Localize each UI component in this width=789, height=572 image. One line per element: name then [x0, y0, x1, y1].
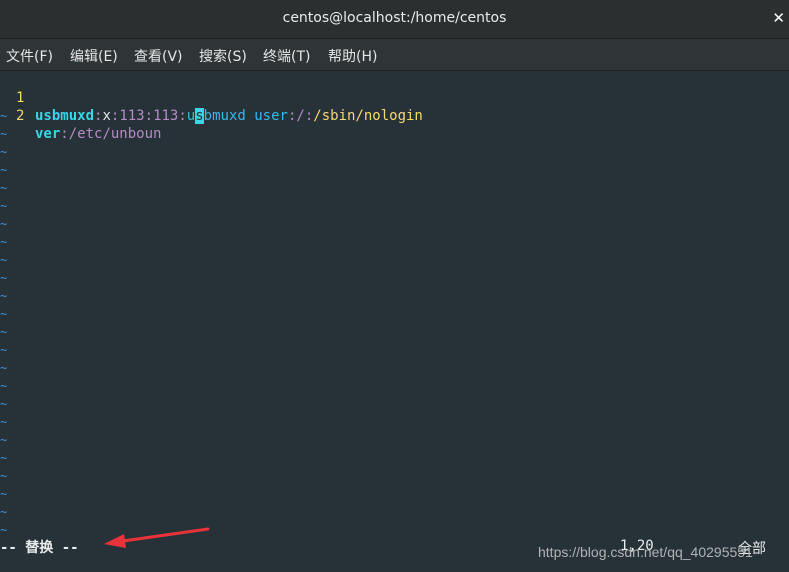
- window-titlebar: centos@localhost:/home/centos ✕: [0, 0, 789, 39]
- tilde-marker: ~: [0, 433, 8, 447]
- red-arrow-annotation: [104, 527, 210, 548]
- tilde-marker: ~: [0, 235, 8, 249]
- watermark: https://blog.csdn.net/qq_40295551: [538, 544, 753, 560]
- arrow-head: [104, 534, 126, 548]
- tilde-marker: ~: [0, 451, 8, 465]
- line-content: ver:/etc/unboun: [35, 125, 161, 143]
- line-number: 2: [16, 108, 25, 124]
- field-username: usbmuxd: [35, 108, 95, 124]
- line-content: usbmuxd:x:113:113:usbmuxd user:/:/sbin/n…: [35, 107, 423, 125]
- tilde-marker: ~: [0, 505, 8, 519]
- menu-view[interactable]: 查看(V): [134, 46, 183, 66]
- tilde-marker: ~: [0, 253, 8, 267]
- tilde-marker: ~: [0, 397, 8, 411]
- field-username: ver: [35, 126, 61, 142]
- tilde-marker: ~: [0, 325, 8, 339]
- field-gid: 113: [153, 108, 179, 124]
- tilde-marker: ~: [0, 469, 8, 483]
- field-description-start: u: [186, 108, 196, 124]
- close-icon[interactable]: ✕: [772, 9, 785, 27]
- menu-terminal[interactable]: 终端(T): [263, 46, 310, 66]
- tilde-marker: ~: [0, 271, 8, 285]
- tilde-marker: ~: [0, 199, 8, 213]
- tilde-marker: ~: [0, 307, 8, 321]
- menu-bar: 文件(F) 编辑(E) 查看(V) 搜索(S) 终端(T) 帮助(H): [0, 39, 789, 71]
- menu-file[interactable]: 文件(F): [6, 46, 53, 66]
- tilde-marker: ~: [0, 217, 8, 231]
- field-description-rest: bmuxd user: [203, 108, 288, 124]
- tilde-marker: ~: [0, 361, 8, 375]
- tilde-marker: ~: [0, 487, 8, 501]
- tilde-marker: ~: [0, 127, 8, 141]
- tilde-marker: ~: [0, 343, 8, 357]
- tilde-marker: ~: [0, 163, 8, 177]
- editor-line-2: 2 ver:/etc/unboun: [0, 89, 161, 142]
- mode-indicator: -- 替换 --: [0, 540, 79, 556]
- editor-line-1: 1 usbmuxd:x:113:113:usbmuxd user:/:/sbin…: [0, 71, 423, 124]
- vim-editor[interactable]: 1 usbmuxd:x:113:113:usbmuxd user:/:/sbin…: [0, 71, 789, 572]
- field-partial: /etc/unboun: [68, 126, 162, 142]
- field-separator: :: [60, 126, 69, 142]
- field-shell: /sbin/nologin: [313, 108, 423, 124]
- window-title: centos@localhost:/home/centos: [282, 10, 507, 26]
- field-home: /: [296, 108, 305, 124]
- text-cursor: s: [195, 108, 204, 124]
- field-password: x: [102, 108, 111, 124]
- menu-edit[interactable]: 编辑(E): [70, 46, 118, 66]
- menu-search[interactable]: 搜索(S): [199, 46, 247, 66]
- field-separator: :: [144, 108, 154, 124]
- tilde-marker: ~: [0, 415, 8, 429]
- menu-help[interactable]: 帮助(H): [328, 46, 377, 66]
- field-uid: 113: [119, 108, 145, 124]
- field-separator: :: [178, 108, 187, 124]
- tilde-marker: ~: [0, 379, 8, 393]
- tilde-marker: ~: [0, 181, 8, 195]
- tilde-marker: ~: [0, 109, 8, 123]
- tilde-marker: ~: [0, 145, 8, 159]
- arrow-shaft: [114, 527, 210, 544]
- tilde-marker: ~: [0, 289, 8, 303]
